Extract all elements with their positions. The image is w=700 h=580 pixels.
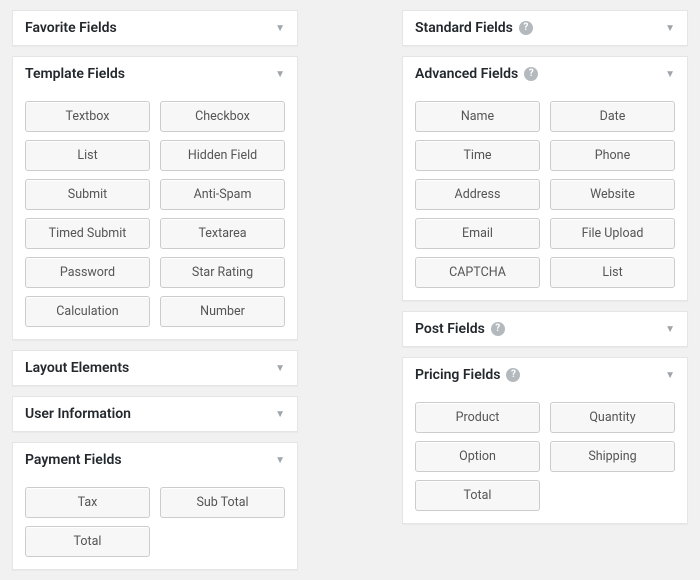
- chevron-down-icon[interactable]: ▼: [665, 324, 675, 335]
- field-button[interactable]: Password: [25, 257, 150, 288]
- field-button[interactable]: Tax: [25, 487, 150, 518]
- panel-post: Post Fields? ▼: [402, 311, 688, 347]
- field-button[interactable]: List: [25, 140, 150, 171]
- help-icon[interactable]: ?: [519, 21, 533, 35]
- chevron-down-icon[interactable]: ▼: [275, 409, 285, 420]
- field-button[interactable]: Timed Submit: [25, 218, 150, 249]
- field-button[interactable]: Email: [415, 218, 540, 249]
- field-button[interactable]: Product: [415, 402, 540, 433]
- panel-header-userinfo[interactable]: User Information ▼: [13, 397, 297, 431]
- panel-title: Standard Fields?: [415, 20, 533, 36]
- chevron-down-icon[interactable]: ▼: [665, 370, 675, 381]
- field-button[interactable]: File Upload: [550, 218, 675, 249]
- chevron-down-icon[interactable]: ▼: [665, 69, 675, 80]
- panel-header-payment[interactable]: Payment Fields ▼: [13, 443, 297, 477]
- panel-title: Layout Elements: [25, 360, 129, 376]
- panel-title-text: Post Fields: [415, 321, 485, 337]
- field-button[interactable]: Option: [415, 441, 540, 472]
- field-button[interactable]: Address: [415, 179, 540, 210]
- field-button[interactable]: Calculation: [25, 296, 150, 327]
- panel-title-text: Standard Fields: [415, 20, 513, 36]
- panel-title: Post Fields?: [415, 321, 505, 337]
- panel-title-text: Pricing Fields: [415, 367, 500, 383]
- panel-title: Favorite Fields: [25, 20, 117, 36]
- panel-title: Advanced Fields?: [415, 66, 538, 82]
- field-button[interactable]: Submit: [25, 179, 150, 210]
- field-palette: Favorite Fields ▼ Template Fields ▼ Textbox C…: [0, 0, 700, 580]
- chevron-down-icon[interactable]: ▼: [275, 69, 285, 80]
- field-button[interactable]: Total: [25, 526, 150, 557]
- chevron-down-icon[interactable]: ▼: [275, 455, 285, 466]
- panel-title-text: Advanced Fields: [415, 66, 518, 82]
- field-button[interactable]: Checkbox: [160, 101, 285, 132]
- field-button[interactable]: Star Rating: [160, 257, 285, 288]
- panel-title: Payment Fields: [25, 452, 122, 468]
- left-column: Favorite Fields ▼ Template Fields ▼ Textbox C…: [12, 0, 298, 580]
- panel-title-text: Layout Elements: [25, 360, 129, 376]
- field-button[interactable]: Phone: [550, 140, 675, 171]
- panel-header-favorite[interactable]: Favorite Fields ▼: [13, 11, 297, 45]
- help-icon[interactable]: ?: [524, 67, 538, 81]
- panel-advanced: Advanced Fields? ▼ Name Date Time Phone Addres…: [402, 56, 688, 301]
- panel-header-pricing[interactable]: Pricing Fields? ▼: [403, 358, 687, 392]
- field-button[interactable]: List: [550, 257, 675, 288]
- panel-favorite: Favorite Fields ▼: [12, 10, 298, 46]
- panel-title: Template Fields: [25, 66, 125, 82]
- field-button[interactable]: Website: [550, 179, 675, 210]
- field-button[interactable]: Anti-Spam: [160, 179, 285, 210]
- panel-userinfo: User Information ▼: [12, 396, 298, 432]
- chevron-down-icon[interactable]: ▼: [275, 23, 285, 34]
- field-button[interactable]: Textarea: [160, 218, 285, 249]
- field-button[interactable]: Textbox: [25, 101, 150, 132]
- field-button[interactable]: Hidden Field: [160, 140, 285, 171]
- field-button[interactable]: Quantity: [550, 402, 675, 433]
- panel-title: Pricing Fields?: [415, 367, 520, 383]
- field-button[interactable]: Shipping: [550, 441, 675, 472]
- panel-pricing: Pricing Fields? ▼ Product Quantity Option Shi…: [402, 357, 688, 524]
- panel-body: Tax Sub Total Total: [13, 477, 297, 569]
- field-button[interactable]: Time: [415, 140, 540, 171]
- panel-body: Textbox Checkbox List Hidden Field Submit Ant…: [13, 91, 297, 339]
- panel-standard: Standard Fields? ▼: [402, 10, 688, 46]
- panel-template: Template Fields ▼ Textbox Checkbox List Hidde…: [12, 56, 298, 340]
- help-icon[interactable]: ?: [491, 322, 505, 336]
- field-button[interactable]: Name: [415, 101, 540, 132]
- field-button[interactable]: Sub Total: [160, 487, 285, 518]
- panel-header-post[interactable]: Post Fields? ▼: [403, 312, 687, 346]
- right-column: Standard Fields? ▼ Advanced Fields? ▼ Name Da…: [402, 0, 688, 580]
- field-button[interactable]: Total: [415, 480, 540, 511]
- field-button[interactable]: Date: [550, 101, 675, 132]
- chevron-down-icon[interactable]: ▼: [665, 23, 675, 34]
- panel-payment: Payment Fields ▼ Tax Sub Total Total: [12, 442, 298, 570]
- panel-title-text: Payment Fields: [25, 452, 122, 468]
- panel-title-text: Template Fields: [25, 66, 125, 82]
- help-icon[interactable]: ?: [506, 368, 520, 382]
- panel-header-layout[interactable]: Layout Elements ▼: [13, 351, 297, 385]
- field-button[interactable]: Number: [160, 296, 285, 327]
- chevron-down-icon[interactable]: ▼: [275, 363, 285, 374]
- panel-header-template[interactable]: Template Fields ▼: [13, 57, 297, 91]
- field-button[interactable]: CAPTCHA: [415, 257, 540, 288]
- panel-title: User Information: [25, 406, 131, 422]
- panel-title-text: Favorite Fields: [25, 20, 117, 36]
- panel-body: Name Date Time Phone Address Website Email File…: [403, 91, 687, 300]
- panel-header-advanced[interactable]: Advanced Fields? ▼: [403, 57, 687, 91]
- panel-layout: Layout Elements ▼: [12, 350, 298, 386]
- panel-header-standard[interactable]: Standard Fields? ▼: [403, 11, 687, 45]
- panel-body: Product Quantity Option Shipping Total: [403, 392, 687, 523]
- panel-title-text: User Information: [25, 406, 131, 422]
